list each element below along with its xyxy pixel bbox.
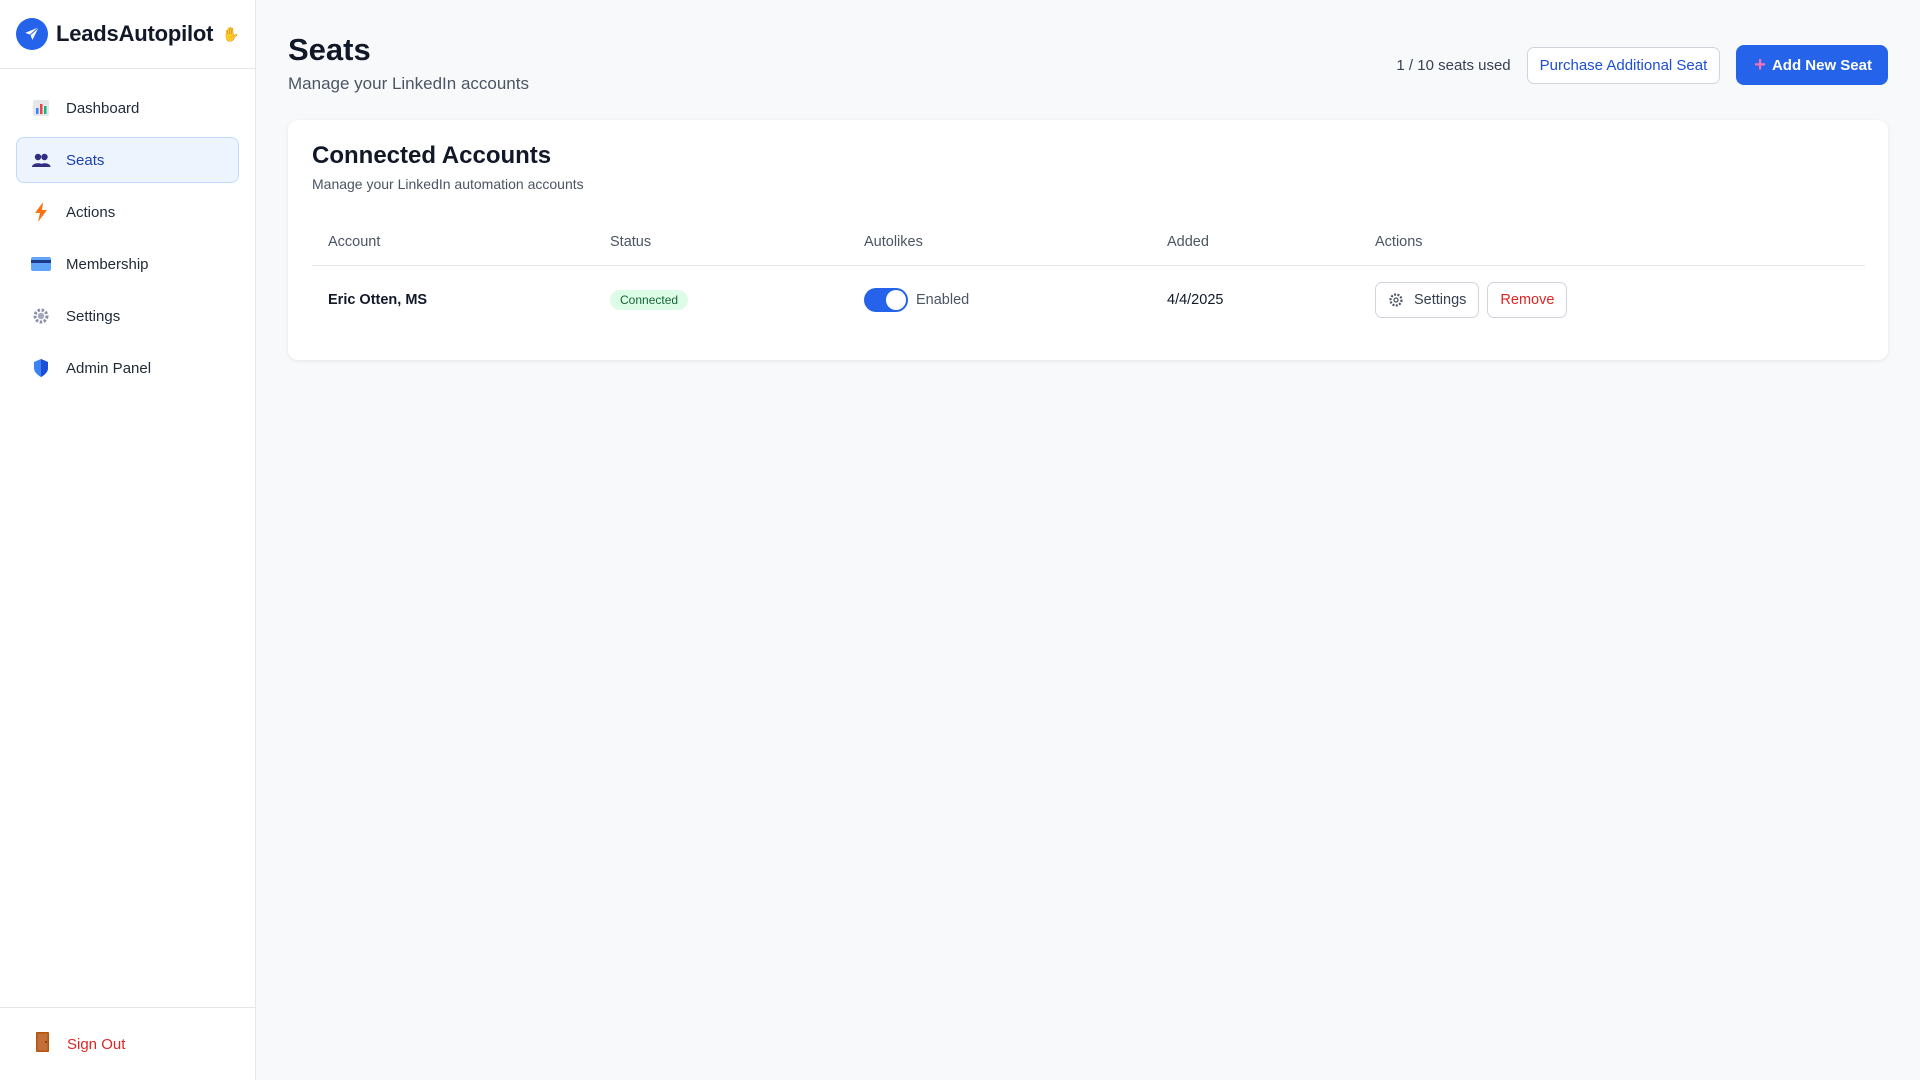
airplane-icon <box>16 18 48 50</box>
status-badge: Connected <box>610 290 689 310</box>
sidebar-item-label: Actions <box>66 203 116 221</box>
users-icon <box>31 150 51 170</box>
brand[interactable]: LeadsAutopilot ✋ <box>0 0 255 69</box>
account-cell: Eric Otten, MS <box>328 266 427 334</box>
sidebar-nav: Dashboard Seats Actions Membership Setti… <box>0 69 255 391</box>
sidebar: LeadsAutopilot ✋ Dashboard Seats Actions <box>0 0 256 1080</box>
autolikes-status-label: Enabled <box>916 292 970 308</box>
sidebar-item-label: Dashboard <box>66 99 140 117</box>
add-seat-button[interactable]: + Add New Seat <box>1736 45 1888 85</box>
seats-used-count: 1 / 10 seats used <box>1396 56 1511 74</box>
lightning-icon <box>31 202 51 222</box>
hand-icon: ✋ <box>222 25 240 42</box>
autolikes-cell: Enabled <box>864 266 969 334</box>
added-date: 4/4/2025 <box>1167 292 1224 308</box>
status-cell: Connected <box>610 266 689 334</box>
plus-icon: + <box>1754 54 1766 76</box>
sidebar-item-admin-panel[interactable]: Admin Panel <box>16 345 239 391</box>
card-subtitle: Manage your LinkedIn automation accounts <box>312 176 584 192</box>
connected-accounts-card: Connected Accounts Manage your LinkedIn … <box>288 120 1888 360</box>
add-seat-label: Add New Seat <box>1771 56 1872 74</box>
remove-account-button[interactable]: Remove <box>1487 282 1568 318</box>
door-icon <box>36 1031 49 1057</box>
added-cell: 4/4/2025 <box>1167 266 1223 334</box>
shield-icon <box>31 358 51 378</box>
account-name: Eric Otten, MS <box>328 292 428 308</box>
page-title: Seats <box>288 32 371 67</box>
card-title: Connected Accounts <box>312 142 552 169</box>
accounts-table: Account Status Autolikes Added Actions E… <box>312 220 1865 334</box>
column-header-autolikes: Autolikes <box>864 234 923 250</box>
account-settings-button[interactable]: Settings <box>1375 282 1480 318</box>
column-header-actions: Actions <box>1375 234 1423 250</box>
sidebar-item-seats[interactable]: Seats <box>16 137 239 183</box>
table-header: Account Status Autolikes Added Actions <box>312 220 1865 266</box>
app-name: LeadsAutopilot <box>56 21 214 46</box>
column-header-account: Account <box>328 234 381 250</box>
chart-icon <box>31 98 51 118</box>
sidebar-item-dashboard[interactable]: Dashboard <box>16 85 239 131</box>
sidebar-item-label: Seats <box>66 151 105 169</box>
purchase-seat-button[interactable]: Purchase Additional Seat <box>1526 46 1721 84</box>
column-header-status: Status <box>610 234 652 250</box>
sidebar-item-actions[interactable]: Actions <box>16 189 239 235</box>
column-header-added: Added <box>1167 234 1209 250</box>
table-row: Eric Otten, MS Connected Enabled 4/4/202… <box>312 266 1865 334</box>
actions-cell: Settings Remove <box>1375 266 1568 334</box>
page-subtitle: Manage your LinkedIn accounts <box>288 74 529 93</box>
sidebar-item-label: Settings <box>66 307 121 325</box>
toggle-knob <box>886 290 906 310</box>
sidebar-item-membership[interactable]: Membership <box>16 241 239 287</box>
sidebar-item-settings[interactable]: Settings <box>16 293 239 339</box>
header-actions: 1 / 10 seats used Purchase Additional Se… <box>1396 45 1888 85</box>
gear-icon <box>31 306 51 326</box>
credit-card-icon <box>31 254 51 274</box>
gear-icon <box>1388 292 1404 308</box>
sign-out-button[interactable]: Sign Out <box>0 1007 255 1080</box>
sidebar-item-label: Membership <box>66 255 149 273</box>
settings-label: Settings <box>1414 292 1467 308</box>
autolikes-toggle[interactable] <box>864 288 908 312</box>
sidebar-item-label: Admin Panel <box>66 359 152 377</box>
sign-out-label: Sign Out <box>67 1035 126 1053</box>
